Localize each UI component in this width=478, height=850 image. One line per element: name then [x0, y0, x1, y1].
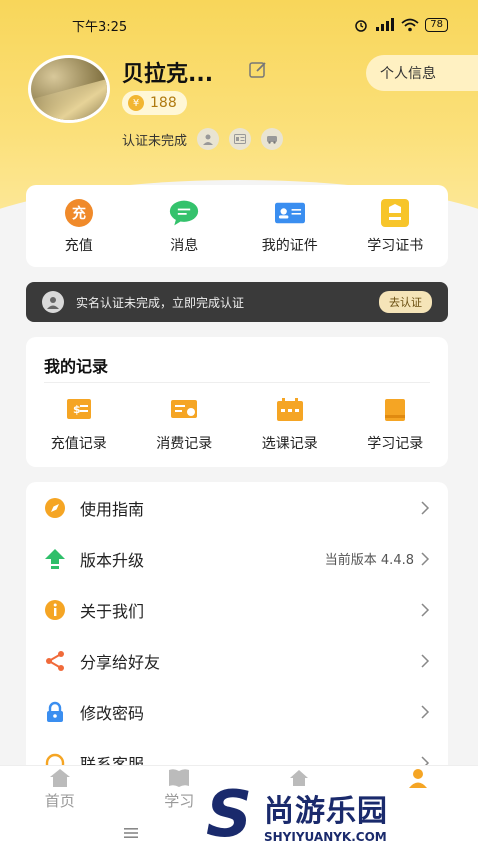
site-watermark: S 尚游乐园 SHYIYUANYK.COM [198, 778, 478, 850]
chevron-right-icon [421, 500, 430, 515]
home-icon [49, 769, 70, 787]
id-verify-icon [229, 128, 252, 150]
menu-item-change-password[interactable]: 修改密码 [26, 686, 448, 737]
tab-label: 学习 [164, 792, 195, 810]
menu-label: 关于我们 [80, 601, 145, 621]
info-icon [44, 599, 66, 621]
chevron-right-icon [421, 602, 430, 617]
quick-action-study-certificate[interactable]: 学习证书 [343, 185, 449, 267]
signal-icon [376, 18, 395, 31]
menu-item-user-guide[interactable]: 使用指南 [26, 482, 448, 533]
verification-banner-text: 实名认证未完成，立即完成认证 [76, 295, 245, 310]
watermark-text: 尚游乐园 SHYIYUANYK.COM [264, 786, 388, 844]
record-study[interactable]: 学习记录 [343, 397, 449, 453]
menu-label: 版本升级 [80, 550, 145, 570]
id-card-icon [274, 198, 305, 228]
chevron-right-icon [421, 551, 430, 566]
menu-right [420, 653, 430, 668]
username: 贝拉克... [122, 62, 214, 87]
quick-action-label: 充值 [64, 237, 93, 254]
watermark-cn: 尚游乐园 [264, 794, 388, 829]
status-bar: 下午3:25 78 [0, 0, 478, 50]
records-title: 我的记录 [44, 357, 109, 376]
recharge-record-icon: $ [66, 399, 91, 419]
quick-action-label: 消息 [170, 237, 199, 254]
chevron-right-icon [421, 653, 430, 668]
menu-right [420, 602, 430, 617]
quick-action-recharge[interactable]: 充 充值 [26, 185, 132, 267]
person-verify-icon [197, 128, 220, 150]
study-record-icon [385, 399, 406, 421]
svg-text:$: $ [73, 403, 81, 416]
record-course-selection[interactable]: 选课记录 [237, 397, 343, 453]
menu-label: 使用指南 [80, 499, 145, 519]
record-label: 消费记录 [156, 436, 213, 452]
record-label: 学习记录 [367, 436, 424, 452]
course-selection-record-icon [276, 398, 303, 421]
watermark-en: SHYIYUANYK.COM [264, 830, 387, 844]
quick-action-label: 我的证件 [261, 237, 318, 254]
message-icon [169, 198, 199, 228]
recharge-icon-glyph: 充 [72, 205, 86, 222]
menu-item-about-us[interactable]: 关于我们 [26, 584, 448, 635]
coin-balance[interactable]: ¥ 188 [122, 91, 187, 115]
quick-action-my-documents[interactable]: 我的证件 [237, 185, 343, 267]
menu-lines-icon[interactable] [124, 827, 138, 839]
menu-label: 修改密码 [80, 703, 145, 723]
menu-item-share[interactable]: 分享给好友 [26, 635, 448, 686]
tab-home[interactable]: 首页 [0, 766, 120, 815]
lock-icon [44, 701, 66, 723]
compass-icon [44, 497, 66, 519]
consumption-record-icon [171, 400, 198, 418]
certification-status-text: 认证未完成 [122, 133, 188, 149]
go-verify-button[interactable]: 去认证 [379, 291, 432, 313]
coin-icon: ¥ [128, 95, 144, 111]
edit-icon[interactable] [248, 60, 268, 80]
status-icons: 78 [353, 17, 448, 33]
watermark-logo: S [205, 778, 253, 850]
quick-actions: 充 充值 消息 我的证件 学习证书 [26, 185, 448, 267]
chevron-right-icon [421, 704, 430, 719]
coin-amount: 188 [150, 95, 177, 111]
record-recharge[interactable]: $ 充值记录 [26, 397, 132, 453]
records-row: $ 充值记录 消费记录 选课记录 学习记录 [26, 397, 448, 453]
status-time: 下午3:25 [72, 19, 128, 35]
quick-action-message[interactable]: 消息 [132, 185, 238, 267]
menu-label: 分享给好友 [80, 652, 161, 672]
alarm-icon [355, 20, 368, 32]
menu-item-version-upgrade[interactable]: 版本升级 当前版本 4.4.8 [26, 533, 448, 584]
divider [44, 382, 430, 383]
record-label: 充值记录 [50, 436, 107, 452]
recharge-icon: 充 [64, 198, 94, 228]
quick-action-label: 学习证书 [367, 237, 424, 254]
menu-right: 当前版本 4.4.8 [325, 549, 430, 568]
menu-right [420, 704, 430, 719]
verification-banner[interactable]: 实名认证未完成，立即完成认证 去认证 [26, 282, 448, 322]
settings-menu: 使用指南 版本升级 当前版本 4.4.8 关于我们 分享给好友 修改密码 联系客… [26, 482, 448, 782]
menu-right [420, 500, 430, 515]
wifi-icon [401, 18, 419, 32]
share-icon [44, 650, 66, 672]
tab-label: 首页 [44, 792, 75, 810]
certificate-icon [380, 198, 410, 228]
my-records-card: 我的记录 $ 充值记录 消费记录 选课记录 学习记录 [26, 337, 448, 467]
avatar[interactable] [28, 55, 110, 123]
upgrade-arrow-icon [44, 548, 66, 570]
certification-status: 认证未完成 [122, 128, 284, 150]
book-icon [169, 769, 190, 787]
battery-indicator: 78 [425, 18, 448, 32]
user-silhouette-icon [42, 291, 64, 313]
vehicle-verify-icon [261, 128, 284, 150]
record-label: 选课记录 [261, 436, 318, 452]
record-consumption[interactable]: 消费记录 [132, 397, 238, 453]
personal-info-button[interactable]: 个人信息 [366, 55, 478, 91]
current-version-text: 当前版本 4.4.8 [324, 553, 414, 568]
